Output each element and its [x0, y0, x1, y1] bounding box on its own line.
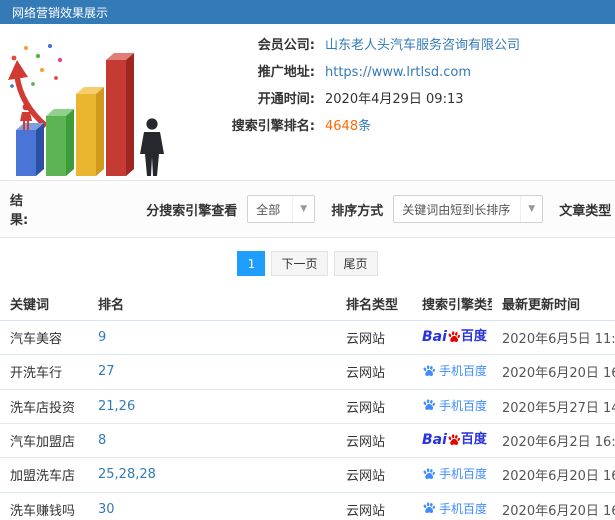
engine-rank-label: 搜索引擎排名: [231, 119, 315, 134]
rank-cell[interactable]: 27 [88, 354, 336, 390]
header-rank-type: 排名类型 [336, 287, 412, 321]
sort-label: 排序方式 [331, 203, 384, 219]
rank-type-cell: 云网站 [336, 354, 412, 390]
rank-cell[interactable]: 25,28,28 [88, 457, 336, 493]
sort-selected-value: 关键词由短到长排序 [402, 202, 511, 217]
header-rank: 排名 [88, 287, 336, 321]
engine-filter-selected-value: 全部 [256, 202, 281, 217]
article-type-label: 文章类型 [559, 203, 612, 219]
header-keyword: 关键词 [0, 287, 88, 321]
info-row-url: 推广地址: https://www.lrtlsd.com [190, 63, 615, 82]
table-row: 洗车店投资21,26云网站手机百度 2020年5月27日 14:58 [0, 389, 615, 424]
table-row: 加盟洗车店25,28,28云网站手机百度 2020年6月20日 16:11 [0, 457, 615, 493]
company-link[interactable]: 山东老人头汽车服务咨询有限公司 [325, 36, 520, 55]
mobile-baidu-logo: 手机百度 [422, 465, 487, 482]
info-row-open-time: 开通时间: 2020年4月29日 09:13 [190, 90, 615, 109]
rank-cell[interactable]: 21,26 [88, 389, 336, 424]
engine-filter-select[interactable]: 全部 ▼ [247, 195, 316, 223]
pagination: 1 下一页 尾页 [0, 251, 615, 276]
keyword-cell: 汽车美容 [0, 320, 88, 355]
info-section: 会员公司: 山东老人头汽车服务咨询有限公司 推广地址: https://www.… [0, 24, 615, 180]
keyword-cell: 开洗车行 [0, 354, 88, 390]
rank-type-cell: 云网站 [336, 320, 412, 355]
rank-count: 4648 [325, 119, 359, 134]
page-next-button[interactable]: 下一页 [271, 251, 328, 276]
bar-chart-illustration-svg [8, 44, 164, 176]
rank-type-cell: 云网站 [336, 457, 412, 493]
time-cell: 2020年6月5日 11:24 [492, 320, 615, 355]
baidu-paw-icon [448, 331, 460, 342]
engine-cell: Bai 百度 [412, 423, 492, 458]
time-cell: 2020年6月20日 16:12 [492, 492, 615, 520]
page-title: 网络营销效果展示 [12, 5, 109, 20]
table-header-row: 关键词 排名 排名类型 搜索引擎类型 最新更新时间 [0, 287, 615, 321]
keyword-cell: 加盟洗车店 [0, 457, 88, 493]
page-last-button[interactable]: 尾页 [333, 251, 378, 276]
baidu-logo: Bai 百度 [422, 329, 487, 345]
chevron-down-icon: ▼ [520, 196, 542, 222]
info-rows: 会员公司: 山东老人头汽车服务咨询有限公司 推广地址: https://www.… [190, 28, 615, 178]
rank-type-cell: 云网站 [336, 423, 412, 458]
rank-type-cell: 云网站 [336, 389, 412, 424]
rank-cell[interactable]: 9 [88, 320, 336, 355]
filters: 分搜索引擎查看 全部 ▼ 排序方式 关键词由短到长排序 ▼ 文章类型 全部 ▼ … [136, 195, 615, 223]
businessman-icon [140, 118, 164, 176]
results-table: 关键词 排名 排名类型 搜索引擎类型 最新更新时间 汽车美容9云网站Bai百度2… [0, 287, 615, 520]
time-cell: 2020年5月27日 14:58 [492, 389, 615, 424]
info-row-company: 会员公司: 山东老人头汽车服务咨询有限公司 [190, 36, 615, 55]
rank-cell[interactable]: 30 [88, 492, 336, 520]
mobile-baidu-logo: 手机百度 [422, 500, 487, 517]
engine-rank-value: 4648条 [325, 117, 371, 136]
time-cell: 2020年6月20日 16:11 [492, 457, 615, 493]
top-bar: 网络营销效果展示 [0, 0, 615, 24]
promotion-url-label: 推广地址: [257, 65, 315, 80]
table-row: 汽车加盟店8云网站 Bai百度 2020年6月2日 16:12 [0, 423, 615, 458]
keyword-cell: 洗车店投资 [0, 389, 88, 424]
engine-cell: 手机百度 [412, 492, 492, 520]
engine-cell: Bai 百度 [412, 320, 492, 355]
rank-type-cell: 云网站 [336, 492, 412, 520]
keyword-cell: 洗车赚钱吗 [0, 492, 88, 520]
baidu-paw-icon [423, 364, 436, 376]
baidu-paw-icon [423, 399, 436, 410]
engine-cell: 手机百度 [412, 457, 492, 493]
table-row: 洗车赚钱吗30云网站手机百度 2020年6月20日 16:12 [0, 492, 615, 520]
baidu-paw-icon [423, 502, 436, 513]
marketing-chart-illustration [0, 28, 190, 178]
sort-select[interactable]: 关键词由短到长排序 ▼ [393, 195, 544, 223]
open-time-label: 开通时间: [257, 92, 315, 107]
engine-cell: 手机百度 [412, 354, 492, 390]
page-current[interactable]: 1 [237, 251, 266, 276]
mobile-baidu-logo: 手机百度 [422, 362, 487, 379]
baidu-logo: Bai 百度 [422, 432, 487, 448]
info-row-rank-count: 搜索引擎排名: 4648条 [190, 117, 615, 136]
result-section-label: 结果: [10, 194, 29, 228]
table-row: 开洗车行27云网站手机百度 2020年6月20日 16:16 [0, 354, 615, 390]
filter-band: 结果: 分搜索引擎查看 全部 ▼ 排序方式 关键词由短到长排序 ▼ 文章类型 全… [0, 180, 615, 238]
engine-cell: 手机百度 [412, 389, 492, 424]
baidu-paw-icon [423, 467, 436, 479]
header-engine-type: 搜索引擎类型 [412, 287, 492, 321]
chevron-down-icon: ▼ [292, 196, 314, 222]
company-label: 会员公司: [257, 38, 315, 53]
baidu-paw-icon [448, 434, 460, 445]
promotion-url-link[interactable]: https://www.lrtlsd.com [325, 63, 471, 82]
mobile-baidu-logo: 手机百度 [422, 397, 487, 414]
keyword-cell: 汽车加盟店 [0, 423, 88, 458]
time-cell: 2020年6月2日 16:12 [492, 423, 615, 458]
time-cell: 2020年6月20日 16:16 [492, 354, 615, 390]
table-row: 汽车美容9云网站 Bai百度 2020年6月5日 11:24 [0, 320, 615, 355]
table-body: 汽车美容9云网站Bai百度2020年6月5日 11:24开洗车行27云网站手机百… [0, 320, 615, 520]
rank-unit: 条 [358, 119, 372, 134]
header-update-time: 最新更新时间 [492, 287, 615, 321]
rank-cell[interactable]: 8 [88, 423, 336, 458]
open-time-value: 2020年4月29日 09:13 [325, 92, 464, 107]
engine-filter-label: 分搜索引擎查看 [146, 203, 238, 219]
